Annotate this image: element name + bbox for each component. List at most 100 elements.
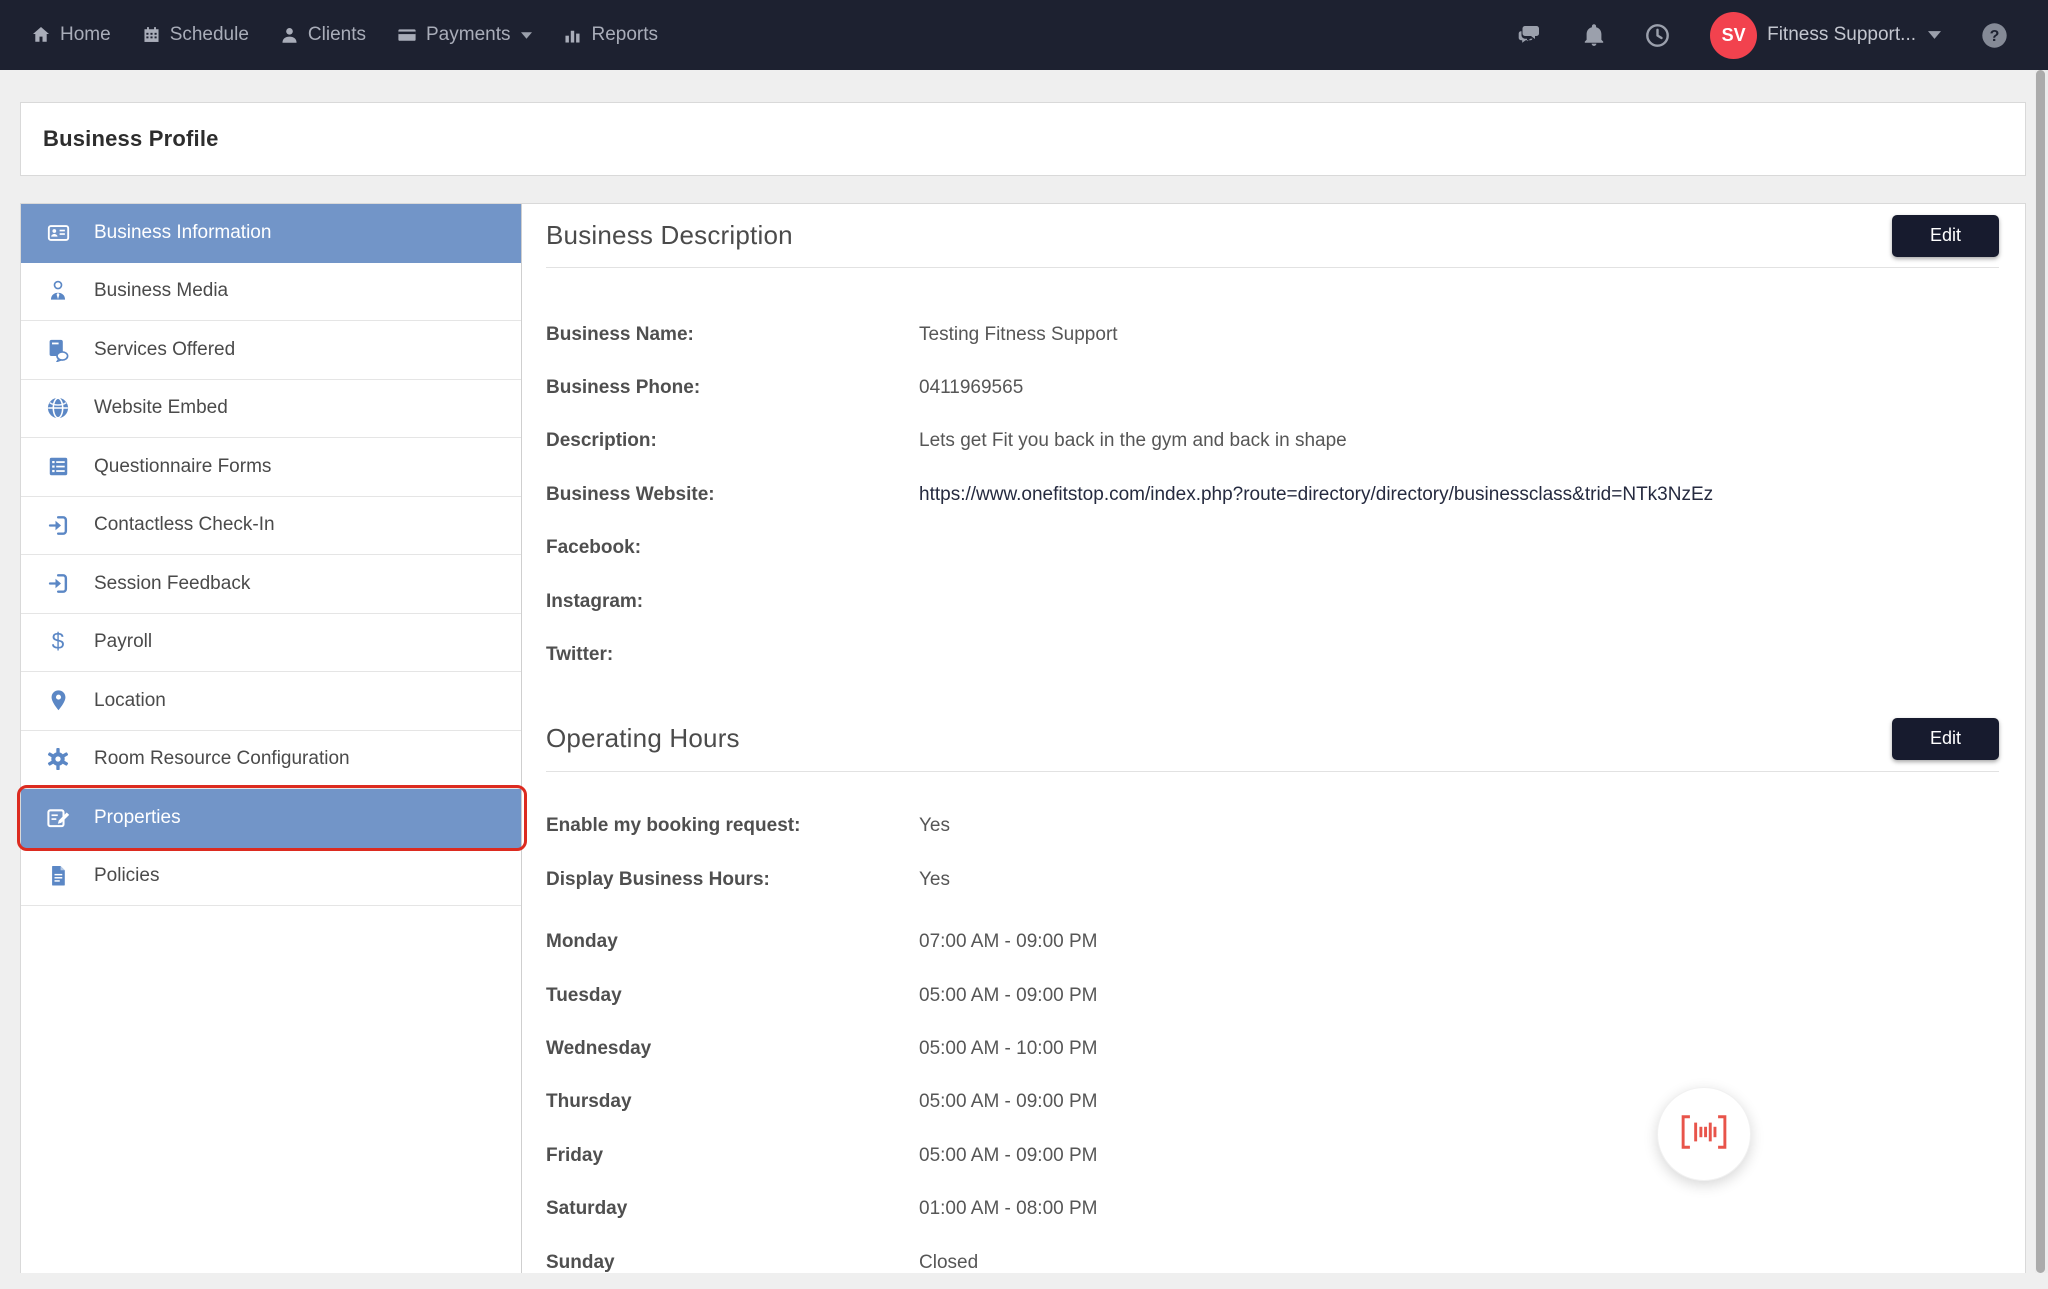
sidebar-item-label: Payroll (94, 631, 152, 653)
sidebar-item-label: Room Resource Configuration (94, 748, 350, 770)
sidebar-item-business-media[interactable]: Business Media (21, 263, 521, 322)
business-website-link[interactable]: https://www.onefitstop.com/index.php?rou… (919, 484, 1713, 506)
setting-value: Yes (919, 815, 950, 837)
sidebar-item-services-offered[interactable]: Services Offered (21, 321, 521, 380)
day-row: Saturday01:00 AM - 08:00 PM (546, 1182, 1999, 1235)
day-label: Tuesday (546, 985, 919, 1007)
nav-item-label: Payments (426, 24, 510, 46)
sidebar-item-label: Website Embed (94, 397, 228, 419)
barcode-scan-fab[interactable] (1657, 1087, 1751, 1181)
field-label: Business Website: (546, 484, 919, 506)
day-label: Sunday (546, 1252, 919, 1274)
day-hours: 05:00 AM - 10:00 PM (919, 1038, 1098, 1060)
scrollbar-track[interactable] (2035, 70, 2048, 1273)
field-label: Description: (546, 430, 919, 452)
scrollbar-thumb[interactable] (2036, 70, 2045, 1273)
user-tie-icon (43, 279, 73, 303)
field-label: Facebook: (546, 537, 919, 559)
credit-card-icon (397, 25, 417, 45)
bell-icon[interactable] (1583, 23, 1605, 47)
field-row: Instagram: (546, 575, 1999, 628)
field-row: Facebook: (546, 522, 1999, 575)
sidebar-item-label: Business Information (94, 222, 271, 244)
day-hours: 05:00 AM - 09:00 PM (919, 1145, 1098, 1167)
field-row: Business Website:https://www.onefitstop.… (546, 468, 1999, 521)
edit-note-icon (43, 806, 73, 830)
nav-item-reports[interactable]: Reports (563, 24, 658, 46)
sidebar-item-questionnaire-forms[interactable]: Questionnaire Forms (21, 438, 521, 497)
sidebar-item-session-feedback[interactable]: Session Feedback (21, 555, 521, 614)
setting-value: Yes (919, 869, 950, 891)
field-label: Twitter: (546, 644, 919, 666)
day-label: Friday (546, 1145, 919, 1167)
sidebar-item-label: Questionnaire Forms (94, 456, 271, 478)
sidebar-item-location[interactable]: Location (21, 672, 521, 731)
day-hours: 05:00 AM - 09:00 PM (919, 985, 1098, 1007)
day-label: Wednesday (546, 1038, 919, 1060)
globe-icon (43, 396, 73, 420)
sidebar-item-label: Contactless Check-In (94, 514, 275, 536)
sidebar-item-policies[interactable]: Policies (21, 848, 521, 907)
sidebar-item-contactless-check-in[interactable]: Contactless Check-In (21, 497, 521, 556)
page-title-card: Business Profile (20, 102, 2026, 176)
field-row: Business Name:Testing Fitness Support (546, 308, 1999, 361)
id-card-icon (43, 222, 73, 244)
operating-hours-days: Monday07:00 AM - 09:00 PM Tuesday05:00 A… (546, 916, 1999, 1289)
sidebar-item-website-embed[interactable]: Website Embed (21, 380, 521, 439)
day-row: SundayClosed (546, 1236, 1999, 1289)
page-title: Business Profile (43, 126, 219, 152)
day-row: Thursday05:00 AM - 09:00 PM (546, 1076, 1999, 1129)
clock-icon[interactable] (1645, 23, 1670, 48)
day-hours: 07:00 AM - 09:00 PM (919, 931, 1098, 953)
nav-item-home[interactable]: Home (31, 24, 111, 46)
day-label: Thursday (546, 1091, 919, 1113)
nav-item-payments[interactable]: Payments (397, 24, 532, 46)
day-row: Wednesday05:00 AM - 10:00 PM (546, 1022, 1999, 1075)
field-label: Instagram: (546, 591, 919, 613)
day-row: Friday05:00 AM - 09:00 PM (546, 1129, 1999, 1182)
field-value: 0411969565 (919, 377, 1023, 399)
field-value: Testing Fitness Support (919, 324, 1118, 346)
section-title: Business Description (546, 220, 793, 251)
sidebar-item-label: Policies (94, 865, 159, 887)
chat-icon[interactable] (1517, 23, 1543, 47)
barcode-scan-icon (1680, 1114, 1728, 1155)
top-navbar: Home Schedule Clients Payments Reports S… (0, 0, 2048, 70)
edit-business-description-button[interactable]: Edit (1892, 215, 1999, 257)
sidebar-item-label: Business Media (94, 280, 228, 302)
day-row: Monday07:00 AM - 09:00 PM (546, 916, 1999, 969)
user-menu[interactable]: SV Fitness Support... (1710, 12, 1941, 59)
day-hours: 01:00 AM - 08:00 PM (919, 1198, 1098, 1220)
sidebar-item-payroll[interactable]: $ Payroll (21, 614, 521, 673)
caret-down-icon (1928, 26, 1941, 44)
main-content: Business Description Edit Business Name:… (522, 204, 2025, 1273)
svg-text:$: $ (52, 629, 65, 654)
field-label: Business Phone: (546, 377, 919, 399)
help-icon[interactable]: ? (1981, 22, 2008, 49)
setting-label: Display Business Hours: (546, 869, 919, 891)
nav-item-label: Clients (308, 24, 366, 46)
field-row: Business Phone:0411969565 (546, 361, 1999, 414)
nav-item-schedule[interactable]: Schedule (142, 24, 249, 46)
sidebar-item-properties[interactable]: Properties (21, 789, 521, 848)
day-label: Monday (546, 931, 919, 953)
document-icon (43, 864, 73, 888)
svg-text:?: ? (1990, 28, 2000, 45)
edit-operating-hours-button[interactable]: Edit (1892, 718, 1999, 760)
day-hours: Closed (919, 1252, 978, 1274)
field-row: Description:Lets get Fit you back in the… (546, 415, 1999, 468)
sidebar-item-label: Properties (94, 807, 181, 829)
nav-item-label: Schedule (170, 24, 249, 46)
gear-icon (43, 747, 73, 771)
day-label: Saturday (546, 1198, 919, 1220)
dollar-icon: $ (43, 629, 73, 655)
operating-hours-header: Operating Hours Edit (546, 707, 1999, 772)
sidebar-item-business-information[interactable]: Business Information (21, 204, 521, 263)
field-label: Business Name: (546, 324, 919, 346)
book-chat-icon (43, 338, 73, 362)
caret-down-icon (521, 32, 532, 39)
field-value: Lets get Fit you back in the gym and bac… (919, 430, 1347, 452)
business-description-fields: Business Name:Testing Fitness Support Bu… (546, 308, 1999, 682)
nav-item-clients[interactable]: Clients (280, 24, 366, 46)
sidebar-item-room-resource-configuration[interactable]: Room Resource Configuration (21, 731, 521, 790)
